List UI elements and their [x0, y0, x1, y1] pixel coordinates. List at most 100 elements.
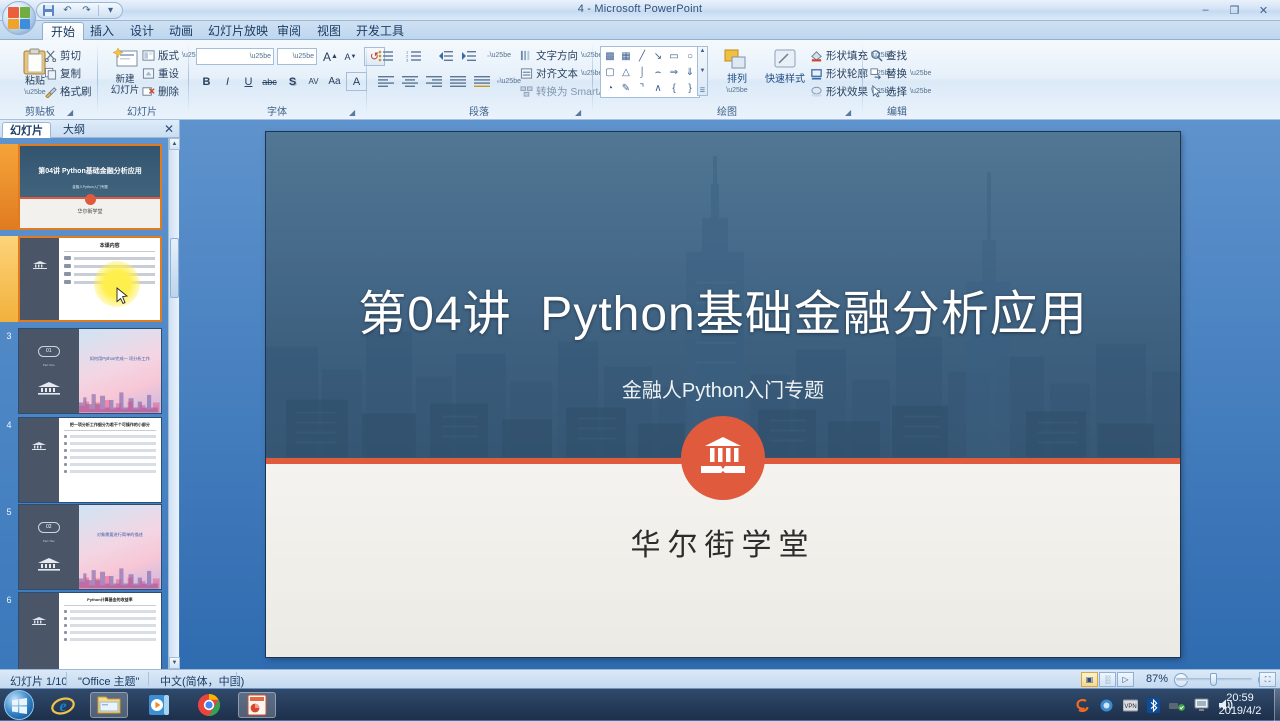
chevron-down-icon[interactable]: \u25be — [293, 53, 314, 60]
scroll-up-button[interactable]: ▲ — [169, 138, 180, 150]
restore-button[interactable]: ❐ — [1220, 0, 1249, 20]
chevron-down-icon[interactable]: \u25be — [250, 53, 271, 60]
chevron-down-icon[interactable]: \u25be — [910, 88, 931, 95]
shape-elbow-arrow-icon[interactable]: ⌢ — [650, 64, 666, 80]
thumbnail-list[interactable]: 1 第04讲 Python基础金融分析应用 金融人Python入门专题 华尔街学… — [0, 138, 180, 669]
bullets-button[interactable] — [374, 46, 398, 65]
character-spacing-button[interactable]: AV — [303, 72, 324, 91]
tab-developer[interactable]: 开发工具 — [348, 22, 412, 40]
shape-curve-icon[interactable]: ⌝ — [634, 80, 650, 96]
scroll-down-button[interactable]: ▼ — [169, 657, 180, 669]
sogou-input-icon[interactable] — [1075, 698, 1090, 713]
shape-triangle-icon[interactable]: △ — [618, 64, 634, 80]
font-dialog-launcher[interactable]: ◢ — [349, 108, 358, 117]
distribute-button[interactable] — [470, 72, 493, 91]
justify-button[interactable] — [446, 72, 469, 91]
find-button[interactable]: 查找 — [870, 48, 907, 63]
arrange-button[interactable]: 排列 \u25be — [714, 48, 760, 96]
text-shadow-button[interactable]: S — [282, 72, 303, 91]
list-item[interactable]: 5 02 Part Two 对象需要进行简单的描述 — [0, 504, 170, 590]
italic-button[interactable]: I — [217, 72, 238, 91]
taskbar-windows-explorer[interactable] — [90, 692, 128, 718]
change-case-button[interactable]: Aa — [324, 72, 345, 91]
view-slideshow-button[interactable]: ▷ — [1117, 672, 1134, 687]
select-button[interactable]: 选择 \u25be — [870, 84, 931, 99]
line-spacing-button[interactable]: \u25be — [486, 46, 512, 65]
shape-angle-icon[interactable]: ∧ — [650, 80, 666, 96]
thumbnail-slide-4[interactable]: 把一项分析工作细分为若干个可操作的小部分 — [18, 417, 162, 503]
align-right-button[interactable] — [422, 72, 445, 91]
tab-view[interactable]: 视图 — [309, 22, 349, 40]
reset-button[interactable]: 重设 — [142, 66, 179, 81]
taskbar-media-player[interactable] — [140, 692, 178, 718]
shape-right-arrow-icon[interactable]: ⇒ — [666, 64, 682, 80]
taskbar-google-chrome[interactable] — [190, 692, 228, 718]
quick-styles-button[interactable]: 快速样式 — [760, 48, 810, 85]
shape-arrow-icon[interactable]: ↘ — [650, 48, 666, 64]
taskbar-powerpoint[interactable] — [238, 692, 276, 718]
shape-freeform-icon[interactable]: ✎ — [618, 80, 634, 96]
tab-design[interactable]: 设计 — [122, 22, 162, 40]
list-item[interactable]: 6 Python计算基金的收益率 — [0, 592, 170, 669]
clock[interactable]: 20:59 2019/4/2 — [1208, 692, 1272, 718]
chevron-down-icon[interactable]: \u25be — [490, 52, 511, 59]
shapes-gallery[interactable]: ▩ ▦ ╱ ↘ ▭ ○ ▢ △ ⌡ ⌢ ⇒ ⇓ ◔ ✎ ⌝ ∧ { } — [600, 46, 700, 98]
delete-slide-button[interactable]: 删除 — [142, 84, 179, 99]
slide-subtitle[interactable]: 金融人Python入门专题 — [266, 374, 1180, 403]
clipboard-dialog-launcher[interactable]: ◢ — [67, 108, 76, 117]
align-text-button[interactable]: 对齐文本 \u25be — [520, 66, 602, 81]
tab-insert[interactable]: 插入 — [82, 22, 122, 40]
text-direction-button[interactable]: 文字方向 \u25be — [520, 48, 602, 63]
camera-icon[interactable] — [1099, 698, 1114, 713]
current-slide[interactable]: 第04讲 Python基础金融分析应用 金融人Python入门专题 华尔街学堂 — [266, 132, 1180, 657]
thumbnail-slide-2[interactable]: 本课内容 — [18, 236, 162, 322]
tab-outline[interactable]: 大纲 — [56, 122, 92, 138]
taskbar-internet-explorer[interactable]: e — [44, 692, 82, 718]
shape-left-brace-icon[interactable]: { — [666, 80, 682, 96]
vpn-icon[interactable]: VPN — [1123, 699, 1138, 712]
scrollbar-thumb[interactable] — [170, 238, 179, 298]
align-center-button[interactable] — [398, 72, 421, 91]
tab-review[interactable]: 审阅 — [269, 22, 309, 40]
minimize-button[interactable]: – — [1191, 0, 1220, 20]
undo-icon[interactable]: ↶ — [60, 4, 75, 18]
scroll-up-icon[interactable]: ▲ — [700, 48, 706, 54]
decrease-indent-button[interactable] — [434, 46, 456, 65]
tab-slideshow[interactable]: 幻灯片放映 — [200, 22, 276, 40]
cut-button[interactable]: 剪切 — [44, 48, 81, 63]
copy-button[interactable]: 复制 — [44, 66, 81, 81]
network-icon[interactable] — [1169, 698, 1185, 712]
shape-down-arrow-icon[interactable]: ⇓ — [682, 64, 698, 80]
zoom-slider[interactable] — [1176, 678, 1252, 681]
bluetooth-icon[interactable] — [1147, 698, 1160, 713]
display-icon[interactable] — [1194, 698, 1209, 712]
increase-indent-button[interactable] — [457, 46, 479, 65]
shape-textbox-icon[interactable]: ▩ — [602, 48, 618, 64]
shape-line-icon[interactable]: ╱ — [634, 48, 650, 64]
save-icon[interactable] — [41, 4, 56, 18]
window-controls[interactable]: – ❐ ✕ — [1191, 0, 1278, 20]
chevron-down-icon[interactable]: \u25be — [726, 85, 747, 96]
columns-button[interactable]: \u25be — [496, 72, 522, 91]
grow-font-button[interactable]: A▲ — [320, 47, 341, 66]
thumbnail-slide-3[interactable]: 01 Part One 如何用Python完成一 项分析工作 — [18, 328, 162, 414]
list-item[interactable]: 1 第04讲 Python基础金融分析应用 金融人Python入门专题 华尔街学… — [0, 144, 170, 230]
shapes-more-icon[interactable]: ☰ — [700, 87, 705, 94]
tab-home[interactable]: 开始 — [42, 22, 84, 40]
tab-animations[interactable]: 动画 — [161, 22, 201, 40]
paragraph-dialog-launcher[interactable]: ◢ — [575, 108, 584, 117]
quick-access-toolbar[interactable]: ↶ ↷ ▾ — [36, 2, 123, 19]
shapes-scrollbar[interactable]: ▲ ▼ ☰ — [697, 46, 708, 96]
strikethrough-button[interactable]: abc — [259, 72, 280, 91]
format-painter-button[interactable]: 格式刷 — [44, 84, 92, 99]
zoom-slider-handle[interactable] — [1210, 673, 1217, 686]
chevron-down-icon[interactable]: ▾ — [103, 4, 118, 18]
theme-name[interactable]: "Office 主题" — [68, 673, 149, 689]
close-button[interactable]: ✕ — [1249, 0, 1278, 20]
chevron-down-icon[interactable]: \u25be — [910, 70, 931, 77]
list-item[interactable]: 3 01 Part One 如何用Python完成一 项分析工作 — [0, 328, 170, 414]
drawing-dialog-launcher[interactable]: ◢ — [845, 108, 854, 117]
font-name-input[interactable]: \u25be — [196, 48, 274, 65]
pane-scrollbar[interactable]: ▲ ▼ — [168, 138, 179, 669]
slide-editor[interactable]: 第04讲 Python基础金融分析应用 金融人Python入门专题 华尔街学堂 — [181, 120, 1265, 669]
